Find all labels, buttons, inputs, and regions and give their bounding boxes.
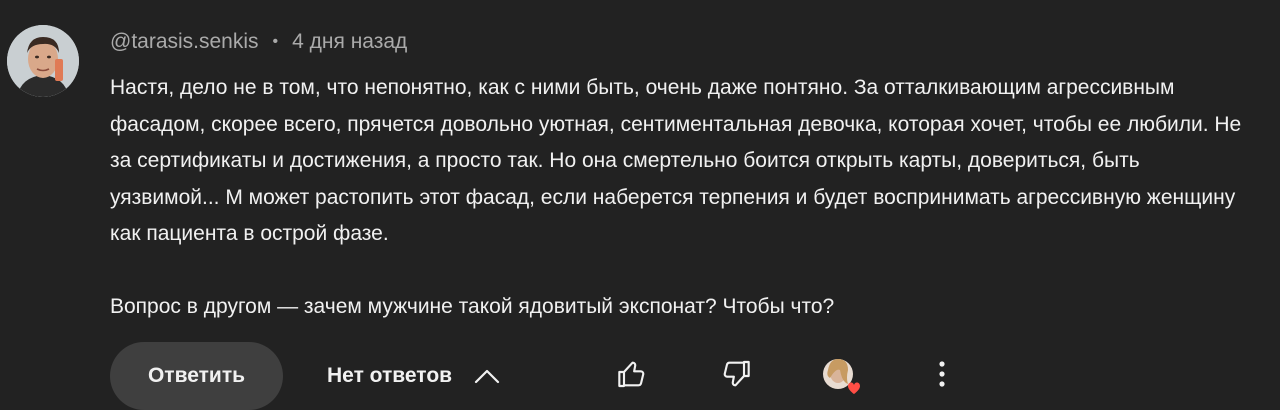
more-actions-button[interactable] — [930, 358, 954, 395]
comment-paragraph: Вопрос в другом — зачем мужчине такой яд… — [110, 295, 835, 318]
author-photo — [7, 25, 79, 97]
thumbs-down-icon — [723, 360, 750, 387]
like-button[interactable] — [616, 358, 648, 395]
creator-heart-icon — [823, 359, 860, 394]
chevron-up-icon — [474, 369, 500, 384]
thumbs-up-icon — [618, 361, 645, 388]
header-separator: • — [272, 33, 279, 50]
author-avatar[interactable] — [7, 25, 79, 97]
dislike-button[interactable] — [720, 358, 752, 395]
comment-body: Настя, дело не в том, что непонятно, как… — [110, 70, 1250, 326]
comment-paragraph: Настя, дело не в том, что непонятно, как… — [110, 76, 1242, 245]
replies-label: Нет ответов — [327, 364, 453, 387]
creator-heart-badge[interactable] — [820, 356, 862, 398]
comment-timestamp[interactable]: 4 дня назад — [292, 30, 407, 54]
reply-button[interactable]: Ответить — [110, 342, 283, 410]
more-vertical-icon — [939, 361, 945, 387]
replies-toggle[interactable]: Нет ответов — [327, 358, 500, 394]
comment-header: @tarasis.senkis • 4 дня назад — [110, 29, 407, 55]
author-handle[interactable]: @tarasis.senkis — [110, 30, 259, 54]
